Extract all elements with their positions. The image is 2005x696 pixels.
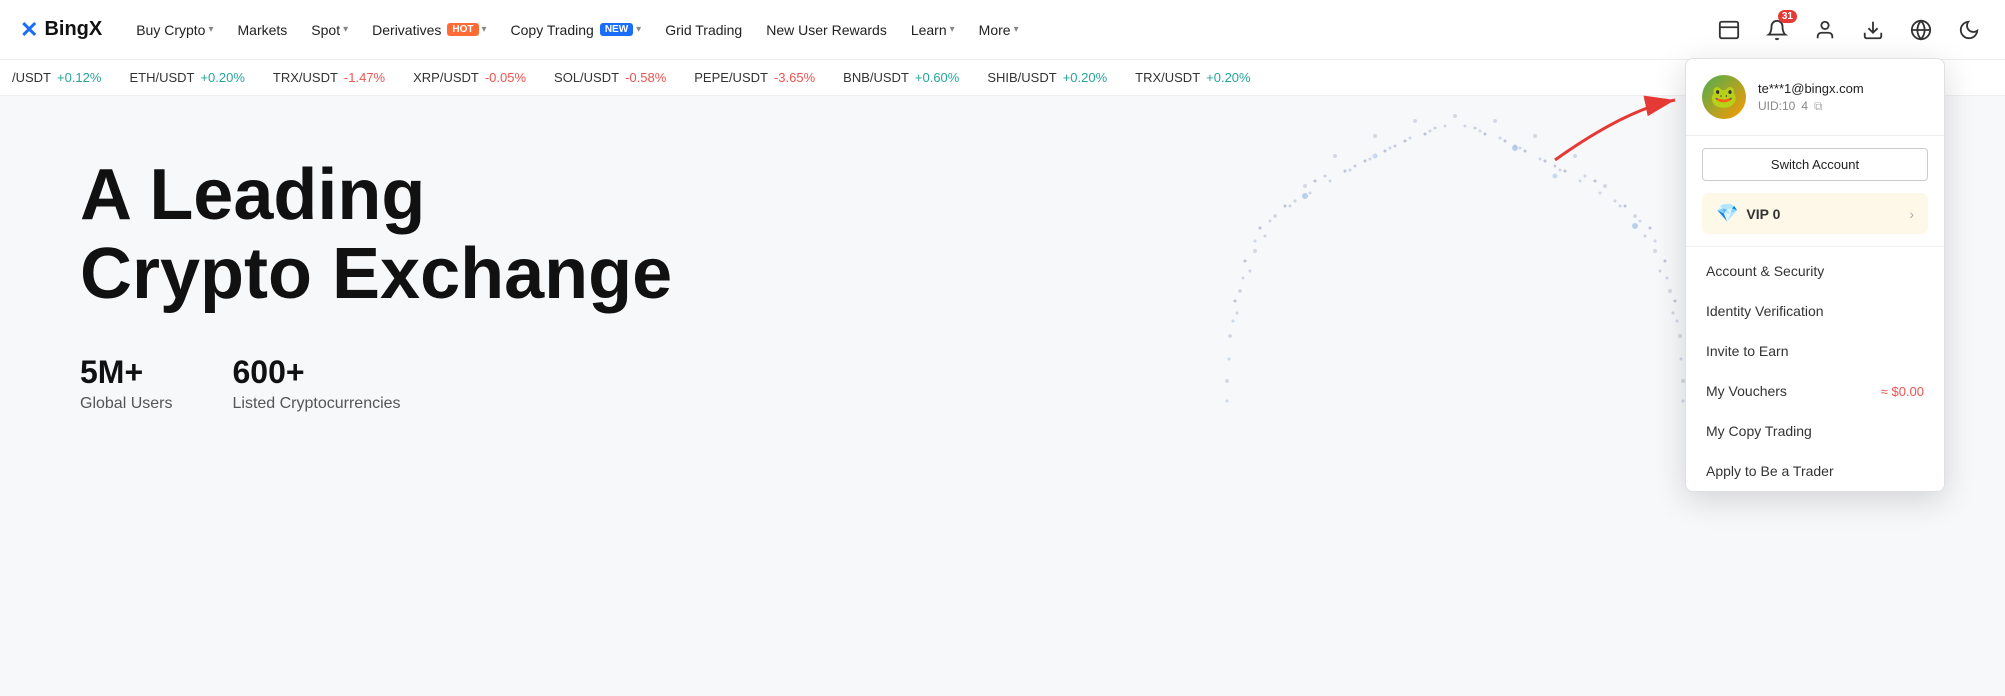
- user-dropdown-panel: 🐸 te***1@bingx.com UID:10 4 ⧉ Switch Acc…: [1685, 58, 1945, 492]
- logo[interactable]: ✕ BingX: [20, 17, 102, 43]
- nav-buy-crypto[interactable]: Buy Crypto ▾: [126, 16, 223, 44]
- user-uid: UID:10 4 ⧉: [1758, 99, 1928, 114]
- vip-left: 💎 VIP 0: [1716, 203, 1780, 224]
- nav-derivatives[interactable]: Derivatives HOT ▾: [362, 16, 496, 44]
- ticker-item[interactable]: BNB/USDT +0.60%: [843, 70, 959, 85]
- download-icon-button[interactable]: [1857, 14, 1889, 46]
- menu-item-apply-trader[interactable]: Apply to Be a Trader: [1686, 451, 1944, 491]
- menu-item-identity-verification[interactable]: Identity Verification: [1686, 291, 1944, 331]
- user-info: te***1@bingx.com UID:10 4 ⧉: [1758, 81, 1928, 114]
- hero-content: A Leading Crypto Exchange 5M+ Global Use…: [80, 156, 672, 413]
- chevron-down-icon: ▾: [208, 24, 213, 35]
- logo-x-icon: ✕: [20, 17, 38, 43]
- menu-item-invite-to-earn[interactable]: Invite to Earn: [1686, 331, 1944, 371]
- menu-item-my-vouchers[interactable]: My Vouchers ≈ $0.00: [1686, 371, 1944, 411]
- notification-count: 31: [1778, 10, 1797, 23]
- user-avatar: 🐸: [1702, 75, 1746, 119]
- chevron-down-icon: ▾: [343, 24, 348, 35]
- hero-stat-cryptos: 600+ Listed Cryptocurrencies: [232, 354, 400, 413]
- chevron-down-icon: ▾: [1014, 24, 1019, 35]
- wallet-icon-button[interactable]: [1713, 14, 1745, 46]
- chevron-down-icon: ▾: [950, 24, 955, 35]
- dropdown-user-header: 🐸 te***1@bingx.com UID:10 4 ⧉: [1686, 59, 1944, 136]
- nav-new-user-rewards[interactable]: New User Rewards: [756, 16, 897, 44]
- notifications-button[interactable]: 31: [1761, 14, 1793, 46]
- nav-more[interactable]: More ▾: [969, 16, 1029, 44]
- user-email: te***1@bingx.com: [1758, 81, 1928, 96]
- nav-markets[interactable]: Markets: [228, 16, 298, 44]
- ticker-item[interactable]: PEPE/USDT -3.65%: [694, 70, 815, 85]
- ticker-item[interactable]: SOL/USDT -0.58%: [554, 70, 666, 85]
- menu-divider: [1686, 246, 1944, 247]
- nav-spot[interactable]: Spot ▾: [301, 16, 358, 44]
- ticker-item[interactable]: SHIB/USDT +0.20%: [987, 70, 1107, 85]
- nav-learn[interactable]: Learn ▾: [901, 16, 965, 44]
- ticker-item[interactable]: /USDT +0.12%: [12, 70, 101, 85]
- vip-bar[interactable]: 💎 VIP 0 ›: [1702, 193, 1928, 234]
- menu-item-account-security[interactable]: Account & Security: [1686, 251, 1944, 291]
- new-badge: NEW: [600, 23, 633, 36]
- ticker-item[interactable]: XRP/USDT -0.05%: [413, 70, 526, 85]
- chevron-down-icon: ▾: [636, 24, 641, 35]
- ticker-item[interactable]: TRX/USDT +0.20%: [1135, 70, 1250, 85]
- vip-diamond-icon: 💎: [1716, 203, 1738, 224]
- hero-stat-users: 5M+ Global Users: [80, 354, 172, 413]
- voucher-value: ≈ $0.00: [1881, 384, 1924, 399]
- hot-badge: HOT: [447, 23, 478, 36]
- logo-text: BingX: [44, 18, 102, 41]
- menu-item-my-copy-trading[interactable]: My Copy Trading: [1686, 411, 1944, 451]
- vip-level: VIP 0: [1746, 206, 1780, 222]
- vip-chevron-icon: ›: [1909, 206, 1914, 222]
- nav-grid-trading[interactable]: Grid Trading: [655, 16, 752, 44]
- hero-title: A Leading Crypto Exchange: [80, 156, 672, 314]
- switch-account-button[interactable]: Switch Account: [1702, 148, 1928, 181]
- language-icon-button[interactable]: [1905, 14, 1937, 46]
- header-right: 31: [1713, 14, 1985, 46]
- main-nav: Buy Crypto ▾ Markets Spot ▾ Derivatives …: [126, 16, 1713, 44]
- account-icon-button[interactable]: [1809, 14, 1841, 46]
- ticker-item[interactable]: ETH/USDT +0.20%: [129, 70, 244, 85]
- nav-copy-trading[interactable]: Copy Trading NEW ▾: [501, 16, 652, 44]
- hero-stats: 5M+ Global Users 600+ Listed Cryptocurre…: [80, 354, 672, 413]
- copy-uid-icon[interactable]: ⧉: [1814, 99, 1823, 114]
- ticker-item[interactable]: TRX/USDT -1.47%: [273, 70, 385, 85]
- chevron-down-icon: ▾: [482, 24, 487, 35]
- theme-toggle-button[interactable]: [1953, 14, 1985, 46]
- header: ✕ BingX Buy Crypto ▾ Markets Spot ▾ Deri…: [0, 0, 2005, 60]
